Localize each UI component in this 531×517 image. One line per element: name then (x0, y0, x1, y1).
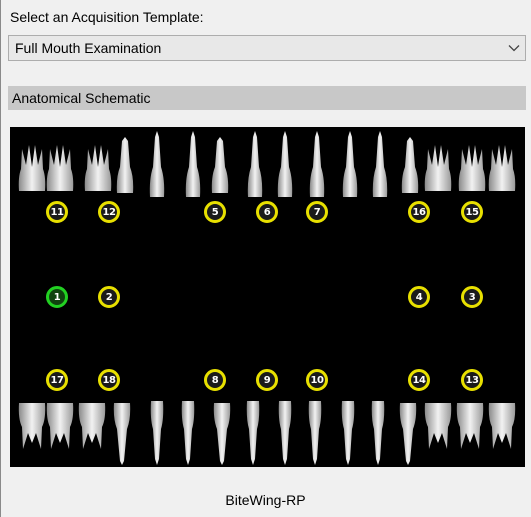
template-name-label: BiteWing-RP (225, 492, 306, 508)
tooth-marker-5[interactable]: 5 (204, 201, 226, 223)
anatomical-schematic: 11 12 5 6 7 16 15 1 2 4 3 17 18 8 9 10 1… (10, 127, 525, 467)
upper-tooth (458, 145, 486, 191)
upper-tooth (424, 145, 452, 191)
window-left-border (0, 0, 1, 517)
lower-tooth (246, 401, 260, 465)
lower-tooth (278, 401, 292, 465)
tooth-marker-1[interactable]: 1 (46, 286, 68, 308)
tooth-marker-9[interactable]: 9 (256, 369, 278, 391)
upper-tooth (401, 137, 419, 193)
upper-tooth (309, 131, 325, 197)
tooth-marker-6[interactable]: 6 (256, 201, 278, 223)
upper-tooth (277, 131, 293, 197)
upper-tooth (149, 131, 165, 197)
lower-tooth (308, 401, 322, 465)
upper-tooth (84, 145, 112, 191)
lower-tooth (18, 403, 46, 449)
tooth-marker-4[interactable]: 4 (408, 286, 430, 308)
tooth-marker-14[interactable]: 14 (408, 369, 430, 391)
upper-tooth (247, 131, 263, 197)
chevron-down-icon[interactable] (503, 36, 525, 60)
acquisition-template-select[interactable]: Full Mouth Examination (8, 35, 526, 61)
schematic-header: Anatomical Schematic (8, 86, 526, 110)
upper-tooth (488, 145, 516, 191)
template-select-label: Select an Acquisition Template: (10, 9, 204, 25)
upper-tooth (185, 131, 201, 197)
upper-tooth (116, 137, 134, 193)
lower-tooth (488, 403, 516, 449)
tooth-marker-2[interactable]: 2 (98, 286, 120, 308)
upper-tooth (18, 145, 46, 191)
selected-template-value: Full Mouth Examination (15, 40, 162, 56)
upper-tooth (46, 145, 74, 191)
teeth-illustration (18, 131, 516, 465)
lower-tooth (456, 403, 484, 449)
lower-tooth (371, 401, 385, 465)
tooth-marker-12[interactable]: 12 (98, 201, 120, 223)
upper-tooth (211, 137, 229, 193)
lower-tooth (399, 403, 417, 465)
lower-tooth (341, 401, 355, 465)
tooth-marker-13[interactable]: 13 (461, 369, 483, 391)
tooth-marker-8[interactable]: 8 (204, 369, 226, 391)
tooth-marker-10[interactable]: 10 (306, 369, 328, 391)
schematic-title: Anatomical Schematic (12, 90, 151, 106)
lower-tooth (150, 401, 164, 465)
tooth-marker-3[interactable]: 3 (461, 286, 483, 308)
lower-tooth (213, 403, 231, 465)
tooth-marker-17[interactable]: 17 (46, 369, 68, 391)
lower-tooth (113, 403, 131, 465)
lower-tooth (181, 401, 195, 465)
tooth-marker-7[interactable]: 7 (306, 201, 328, 223)
upper-tooth (342, 131, 358, 197)
tooth-marker-11[interactable]: 11 (46, 201, 68, 223)
lower-tooth (46, 403, 74, 449)
tooth-marker-15[interactable]: 15 (461, 201, 483, 223)
lower-tooth (424, 403, 452, 449)
upper-tooth (372, 131, 388, 197)
tooth-marker-16[interactable]: 16 (408, 201, 430, 223)
tooth-marker-18[interactable]: 18 (98, 369, 120, 391)
lower-tooth (78, 403, 106, 449)
